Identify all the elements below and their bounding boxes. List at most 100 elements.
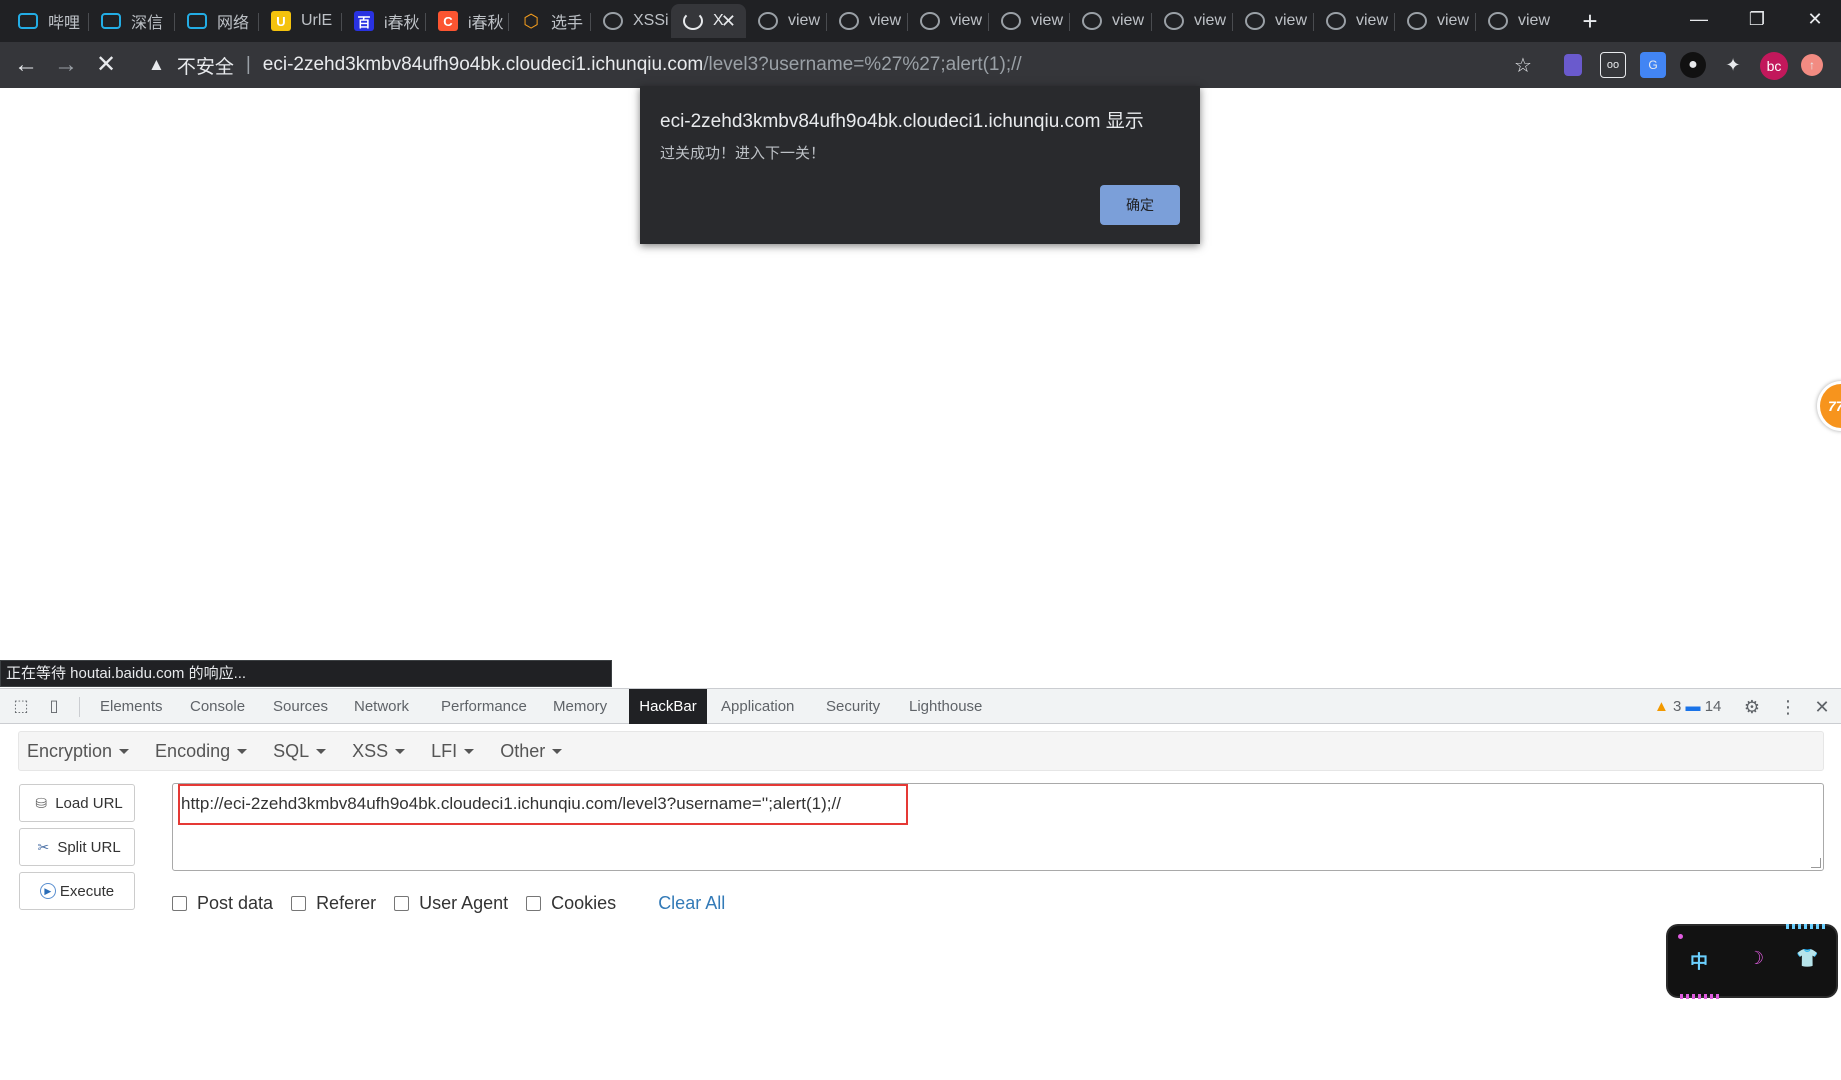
browser-tab[interactable]: view xyxy=(827,4,908,38)
globe-icon xyxy=(920,12,940,30)
split-url-button[interactable]: ✂ Split URL xyxy=(19,828,135,866)
browser-tab[interactable]: 百 i春秋 xyxy=(342,4,426,38)
forward-icon[interactable]: → xyxy=(50,50,82,82)
cookies-option[interactable]: Cookies xyxy=(526,893,616,914)
globe-icon xyxy=(603,12,623,30)
browser-tab[interactable]: U UrlE xyxy=(259,4,342,38)
menu-xss[interactable]: XSS xyxy=(352,741,406,762)
tab-elements[interactable]: Elements xyxy=(91,689,172,724)
bookmark-star-icon[interactable]: ☆ xyxy=(1510,52,1536,78)
globe-icon xyxy=(758,12,778,30)
message-icon: ▬ xyxy=(1685,698,1701,715)
browser-tab-active[interactable]: X ✕ xyxy=(671,4,746,38)
browser-tab[interactable]: view xyxy=(1233,4,1314,38)
browser-tab[interactable]: 网络 xyxy=(175,4,259,38)
inspect-element-icon[interactable]: ⬚ xyxy=(11,697,31,717)
tab-security[interactable]: Security xyxy=(817,689,889,724)
more-options-icon[interactable]: ⋮ xyxy=(1778,697,1798,717)
execute-icon: ▶ xyxy=(39,883,56,899)
dialog-ok-button[interactable]: 确定 xyxy=(1100,185,1180,225)
tab-network[interactable]: Network xyxy=(345,689,418,724)
caret-down-icon xyxy=(119,749,130,755)
browser-tab[interactable]: view xyxy=(1314,4,1395,38)
restore-icon[interactable]: ❐ xyxy=(1728,0,1786,38)
caret-down-icon xyxy=(395,749,406,755)
browser-tab[interactable]: 深信 xyxy=(89,4,175,38)
menu-encryption[interactable]: Encryption xyxy=(27,741,130,762)
resize-grip-icon[interactable] xyxy=(1811,858,1821,868)
browser-tab[interactable]: view xyxy=(746,4,827,38)
browser-tab[interactable]: view xyxy=(1070,4,1152,38)
close-window-icon[interactable]: ✕ xyxy=(1786,0,1841,38)
menu-encoding[interactable]: Encoding xyxy=(155,741,248,762)
ime-moon-icon[interactable]: ☽ xyxy=(1748,948,1764,969)
browser-tab[interactable]: XSSi xyxy=(591,4,671,38)
back-icon[interactable]: ← xyxy=(10,50,42,82)
caret-down-icon xyxy=(464,749,475,755)
update-icon[interactable]: ↑ xyxy=(1801,54,1823,76)
browser-tab[interactable]: view xyxy=(989,4,1070,38)
caret-down-icon xyxy=(237,749,248,755)
floating-assistant-badge[interactable]: 77 xyxy=(1817,381,1841,431)
clear-all-link[interactable]: Clear All xyxy=(658,893,725,914)
user-agent-checkbox[interactable] xyxy=(394,895,410,911)
stop-icon[interactable]: ✕ xyxy=(90,50,122,82)
translate-icon[interactable]: G xyxy=(1640,52,1666,78)
browser-tab[interactable]: view xyxy=(908,4,989,38)
alert-dialog: eci-2zehd3kmbv84ufh9o4bk.cloudeci1.ichun… xyxy=(640,86,1200,244)
device-toolbar-icon[interactable]: ▯ xyxy=(44,697,64,717)
cookies-checkbox[interactable] xyxy=(526,895,542,911)
ime-chinese-mode-icon[interactable]: 中 xyxy=(1690,948,1708,974)
ime-skin-icon[interactable]: 👕 xyxy=(1796,948,1818,969)
profile-avatar[interactable]: bc xyxy=(1760,52,1788,80)
referer-checkbox[interactable] xyxy=(291,895,307,911)
minimize-icon[interactable]: — xyxy=(1670,0,1728,38)
post-data-option[interactable]: Post data xyxy=(172,893,273,914)
issues-counter[interactable]: ▲ 3 ▬ 14 xyxy=(1654,689,1721,724)
split-url-icon: ✂ xyxy=(37,838,50,855)
browser-tab[interactable]: view xyxy=(1152,4,1233,38)
execute-button[interactable]: ▶ Execute xyxy=(19,872,135,910)
tab-console[interactable]: Console xyxy=(181,689,254,724)
security-label[interactable]: 不安全 xyxy=(177,52,234,79)
load-url-button[interactable]: ⛁ Load URL xyxy=(19,784,135,822)
browser-tab[interactable]: ⬡ 选手 xyxy=(509,4,591,38)
hackbar-menu: Encryption Encoding SQL XSS LFI Other xyxy=(18,731,1824,771)
tab-sources[interactable]: Sources xyxy=(264,689,337,724)
globe-icon xyxy=(1245,12,1265,30)
dialog-title: eci-2zehd3kmbv84ufh9o4bk.cloudeci1.ichun… xyxy=(660,111,1144,132)
address-bar[interactable]: ▲ 不安全 | eci-2zehd3kmbv84ufh9o4bk.cloudec… xyxy=(128,48,1528,82)
hackbar-url-textarea[interactable]: http://eci-2zehd3kmbv84ufh9o4bk.cloudeci… xyxy=(172,783,1824,871)
dark-mode-icon[interactable]: ● xyxy=(1680,52,1706,78)
close-tab-icon[interactable]: ✕ xyxy=(721,11,736,32)
tab-application[interactable]: Application xyxy=(712,689,803,724)
close-devtools-icon[interactable]: ✕ xyxy=(1812,697,1832,717)
urlencoder-icon: U xyxy=(271,11,291,31)
post-data-checkbox[interactable] xyxy=(172,895,187,911)
not-secure-warning-icon[interactable]: ▲ xyxy=(148,55,165,75)
menu-lfi[interactable]: LFI xyxy=(431,741,475,762)
globe-icon xyxy=(1164,12,1184,30)
tab-hackbar[interactable]: HackBar xyxy=(629,689,707,724)
new-tab-icon[interactable]: + xyxy=(1576,8,1604,36)
hackbar-options: Post data Referer User Agent Cookies Cle… xyxy=(172,891,725,915)
user-agent-option[interactable]: User Agent xyxy=(394,893,508,914)
browser-tab[interactable]: Ci春秋 xyxy=(426,4,509,38)
tab-memory[interactable]: Memory xyxy=(544,689,616,724)
reader-extension-icon[interactable]: oo xyxy=(1600,52,1626,78)
browser-tab[interactable]: view xyxy=(1395,4,1476,38)
extension-icon[interactable] xyxy=(1564,54,1582,76)
url-path: /level3?username=%27%27;alert(1);// xyxy=(703,54,1022,75)
browser-tab[interactable]: view xyxy=(1476,4,1564,38)
load-url-icon: ⛁ xyxy=(35,794,48,811)
settings-gear-icon[interactable]: ⚙ xyxy=(1742,697,1762,717)
tab-lighthouse[interactable]: Lighthouse xyxy=(900,689,991,724)
globe-icon xyxy=(839,12,859,30)
menu-other[interactable]: Other xyxy=(500,741,563,762)
menu-sql[interactable]: SQL xyxy=(273,741,327,762)
browser-tab[interactable]: 哔哩 xyxy=(6,4,89,38)
ime-toolbar[interactable]: 中 ☽ 👕 xyxy=(1668,924,1836,999)
tab-performance[interactable]: Performance xyxy=(432,689,536,724)
referer-option[interactable]: Referer xyxy=(291,893,376,914)
extensions-puzzle-icon[interactable]: ✦ xyxy=(1720,52,1746,78)
